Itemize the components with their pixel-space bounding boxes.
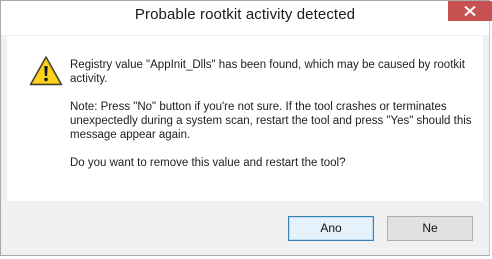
close-icon (464, 6, 476, 16)
message-area: Registry value "AppInit_Dlls" has been f… (7, 36, 483, 201)
message-paragraph-question: Do you want to remove this value and res… (70, 157, 346, 169)
message-paragraph-registry: Registry value "AppInit_Dlls" has been f… (70, 59, 465, 85)
yes-button[interactable]: Ano (288, 216, 374, 241)
warning-icon (29, 56, 63, 86)
no-button[interactable]: Ne (387, 216, 473, 241)
message-text: Registry value "AppInit_Dlls" has been f… (70, 58, 475, 184)
button-bar: Ano Ne (7, 201, 483, 253)
message-paragraph-note: Note: Press "No" button if you're not su… (70, 101, 472, 141)
window-title: Probable rootkit activity detected (134, 6, 356, 23)
message-dialog: Probable rootkit activity detected Regis… (0, 0, 492, 256)
close-button[interactable] (448, 1, 492, 21)
title-bar[interactable]: Probable rootkit activity detected (1, 1, 492, 35)
